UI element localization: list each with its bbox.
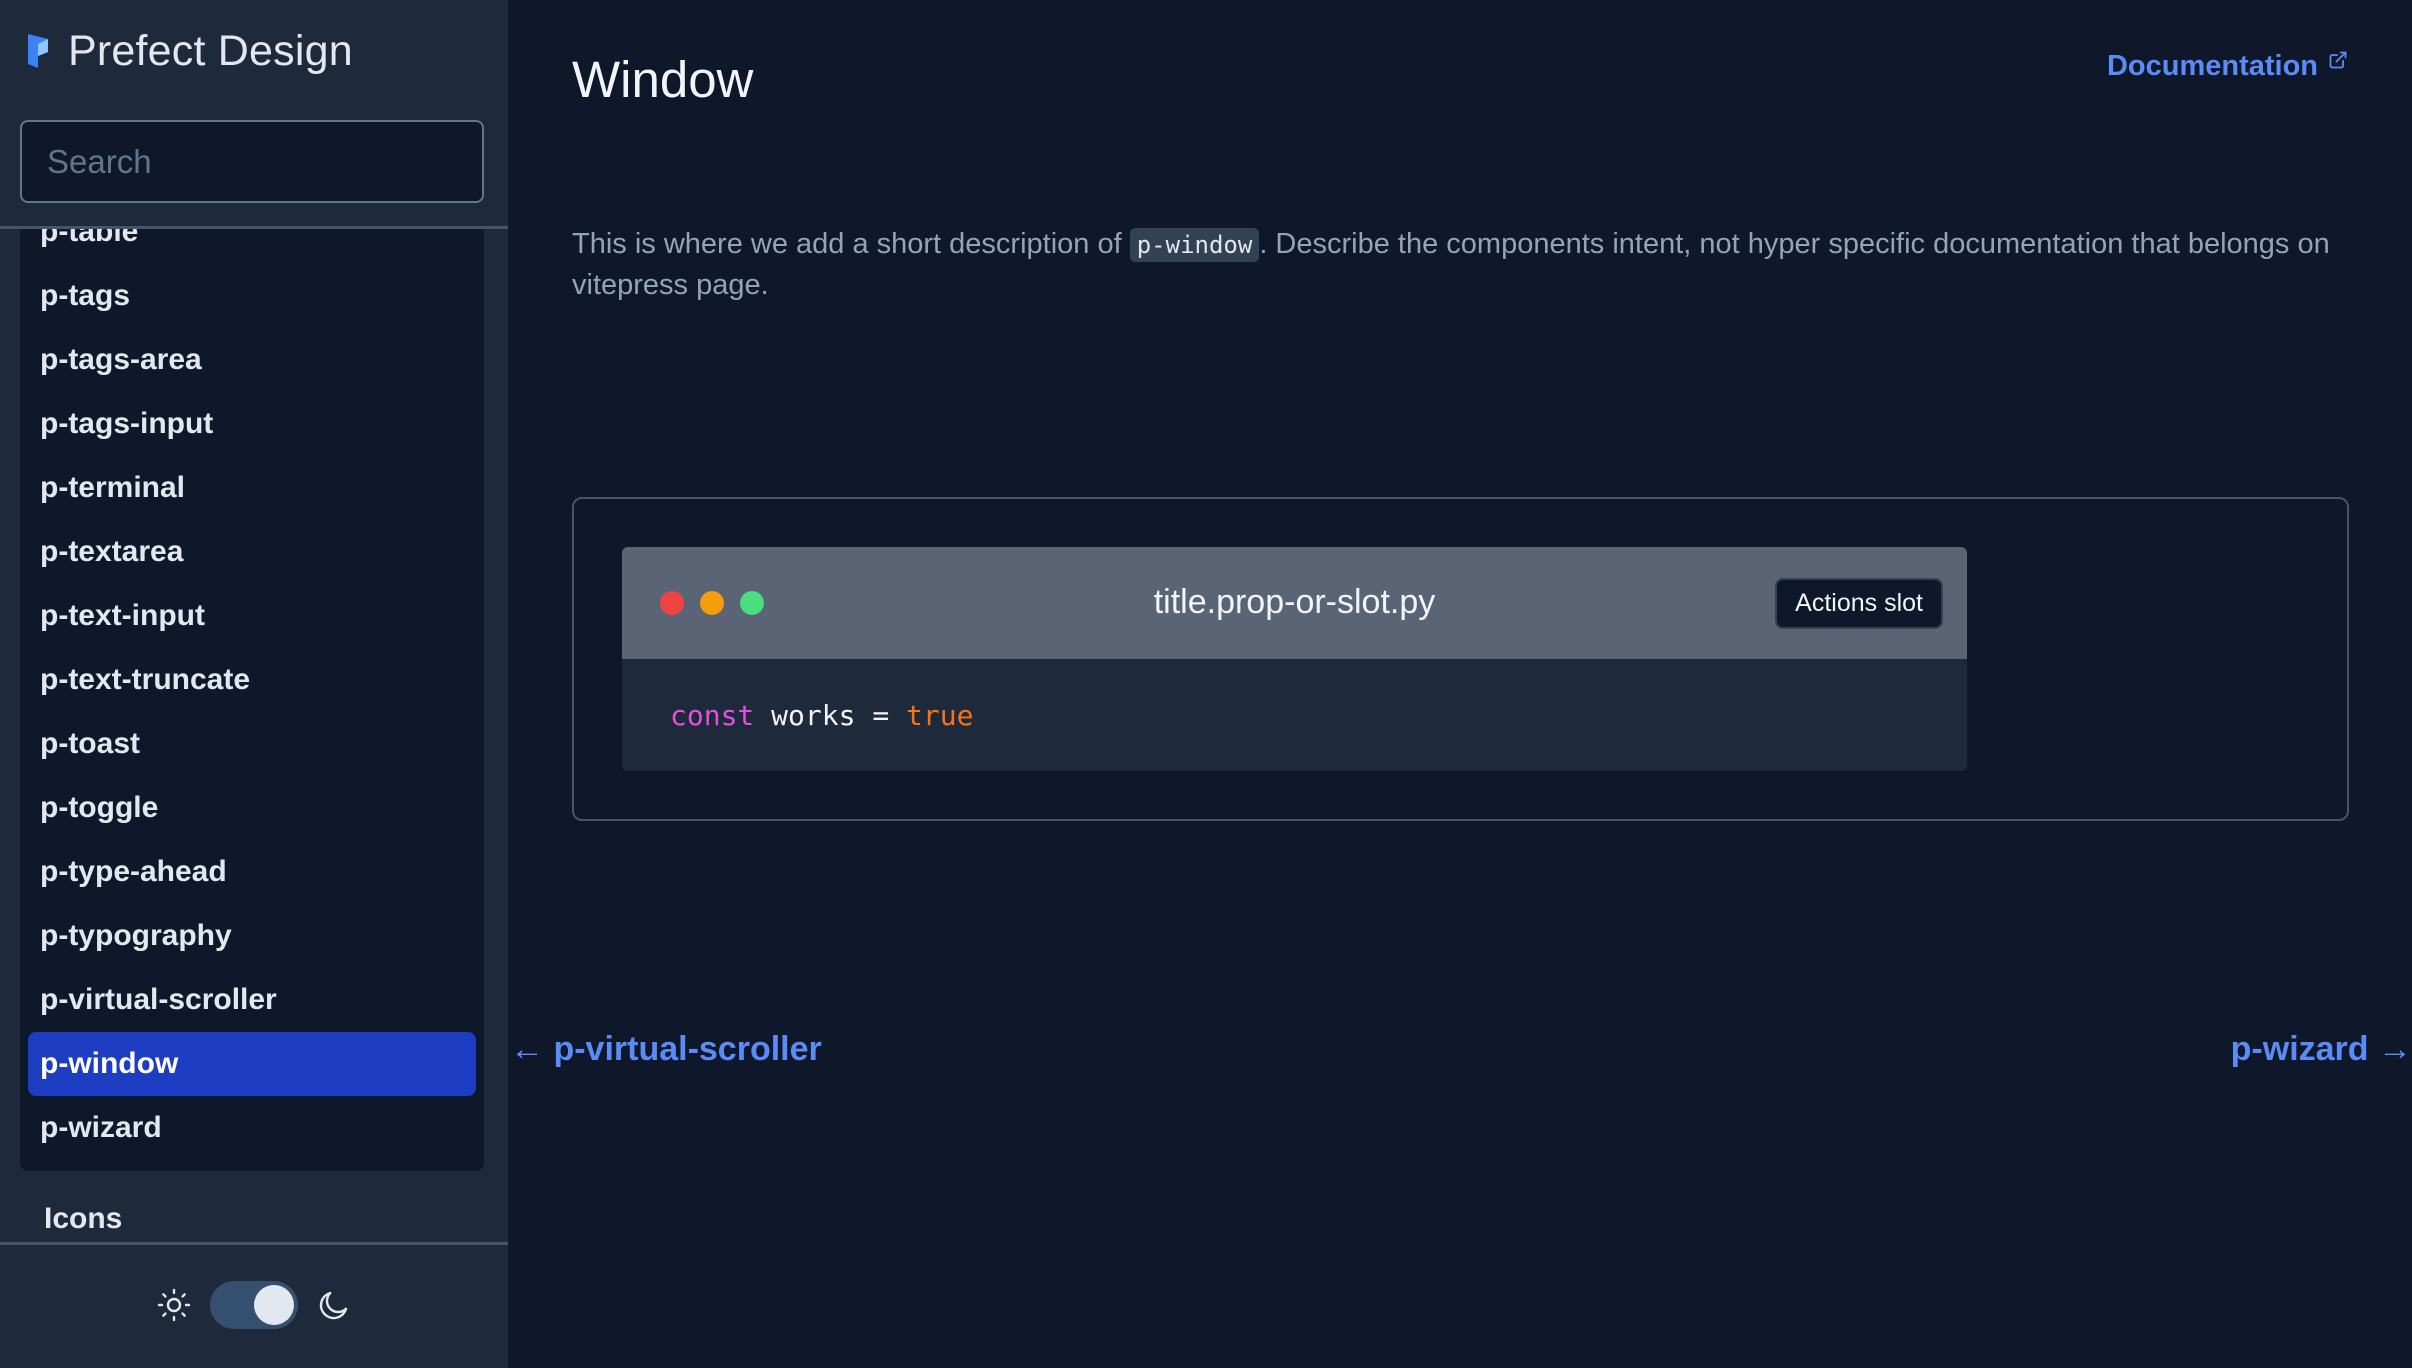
brand-title: Prefect Design — [68, 26, 353, 75]
theme-toggle[interactable] — [210, 1281, 298, 1329]
sidebar-item-p-tags-area[interactable]: p-tags-area — [28, 328, 476, 392]
page-title: Window — [572, 51, 754, 108]
code-keyword: const — [670, 698, 755, 732]
component-list: p-table p-tags p-tags-area p-tags-input p-te… — [20, 229, 484, 1160]
sidebar-item-p-toast[interactable]: p-toast — [28, 712, 476, 776]
brand[interactable]: Prefect Design — [24, 26, 353, 76]
prev-page-link[interactable]: ← p-virtual-scroller — [510, 1030, 822, 1069]
sidebar-item-p-type-ahead[interactable]: p-type-ahead — [28, 840, 476, 904]
search-input[interactable] — [22, 122, 472, 201]
sidebar-item-p-textarea[interactable]: p-textarea — [28, 520, 476, 584]
sidebar-item-p-virtual-scroller[interactable]: p-virtual-scroller — [28, 968, 476, 1032]
demo-container: title.prop-or-slot.py Actions slot const… — [572, 497, 2349, 821]
actions-slot-button[interactable]: Actions slot — [1775, 578, 1943, 629]
code-operator: = — [872, 698, 890, 732]
sidebar-section-icons[interactable]: Icons — [44, 1202, 122, 1236]
next-page-link[interactable]: p-wizard → — [2231, 1030, 2412, 1069]
sidebar-item-p-wizard[interactable]: p-wizard — [28, 1096, 476, 1160]
search-box — [20, 120, 484, 203]
component-description: This is where we add a short description… — [572, 224, 2352, 305]
window-title-bar: title.prop-or-slot.py Actions slot — [622, 547, 1967, 659]
sidebar-item-p-text-truncate[interactable]: p-text-truncate — [28, 648, 476, 712]
sidebar-divider — [0, 1242, 508, 1245]
sidebar-item-p-tags-input[interactable]: p-tags-input — [28, 392, 476, 456]
code-identifier: works — [771, 698, 856, 732]
theme-switcher — [0, 1270, 508, 1340]
sidebar: Prefect Design p-tablep-tagsp-tags-areap… — [0, 0, 508, 1368]
window-title: title.prop-or-slot.py — [1153, 583, 1436, 621]
window-component: title.prop-or-slot.py Actions slot const… — [622, 547, 1967, 771]
sidebar-item-p-text-input[interactable]: p-text-input — [28, 584, 476, 648]
sun-icon — [157, 1288, 191, 1322]
prefect-logo-icon — [28, 34, 48, 68]
sidebar-item-p-tags[interactable]: p-tags — [28, 264, 476, 328]
code-value: true — [906, 698, 974, 732]
main-content: Window Documentation This is where we ad… — [508, 0, 2412, 1368]
sidebar-item-p-terminal[interactable]: p-terminal — [28, 456, 476, 520]
description-text: This is where we add a short description… — [572, 228, 1130, 260]
sidebar-item-p-window[interactable]: p-window — [28, 1032, 476, 1096]
toggle-knob — [254, 1285, 294, 1325]
sidebar-item-p-toggle[interactable]: p-toggle — [28, 776, 476, 840]
window-code: const works = true — [622, 659, 1967, 771]
sidebar-item-p-typography[interactable]: p-typography — [28, 904, 476, 968]
documentation-link[interactable]: Documentation — [2107, 50, 2348, 83]
inline-code: p-window — [1129, 228, 1260, 262]
sidebar-item-p-table[interactable]: p-table — [28, 229, 476, 264]
moon-icon — [319, 1291, 348, 1320]
component-nav: p-table p-tags p-tags-area p-tags-input p-te… — [20, 229, 484, 1171]
external-link-icon — [2329, 51, 2347, 69]
documentation-link-label: Documentation — [2106, 50, 2318, 82]
